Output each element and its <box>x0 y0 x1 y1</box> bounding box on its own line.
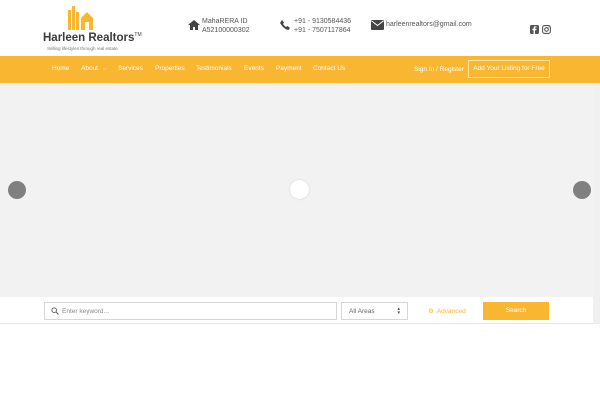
slider-prev-button[interactable] <box>8 181 26 199</box>
home-icon <box>188 20 200 30</box>
area-select[interactable]: All Areas ▲ ▼ <box>341 302 408 320</box>
nav-home[interactable]: Home <box>52 65 69 72</box>
rera-id: A52100000302 <box>202 26 250 34</box>
main-nav: Home About ⌵ Services Properties Testimon… <box>0 56 600 83</box>
nav-about-label: About <box>81 65 98 72</box>
area-select-value: All Areas <box>349 308 375 315</box>
property-search-bar: All Areas ▲▼ ⚙Advanced Search <box>0 297 593 324</box>
rera-label: MahaRERA ID <box>202 18 248 25</box>
envelope-icon <box>371 20 384 30</box>
nav-payment[interactable]: Payment <box>276 65 302 72</box>
page-scrollbar[interactable] <box>593 83 600 324</box>
brand-tagline: Selling lifestyles through real estate <box>47 46 118 51</box>
nav-contact-us[interactable]: Contact Us <box>313 65 345 72</box>
brand-name: Harleen RealtorsTM <box>43 32 142 44</box>
logo-buildings-icon <box>68 6 93 30</box>
phone-icon <box>280 20 290 30</box>
email-address[interactable]: harleenrealtors@gmail.com <box>386 21 472 30</box>
nav-services[interactable]: Services <box>118 65 143 72</box>
chevron-down-icon: ⌵ <box>103 66 107 72</box>
nav-events[interactable]: Events <box>244 65 264 72</box>
search-icon <box>51 307 59 315</box>
phone-number-2[interactable]: +91 - 7507117864 <box>294 27 351 36</box>
nav-properties[interactable]: Properties <box>155 65 185 72</box>
advanced-label: Advanced <box>436 308 466 315</box>
hero-slider <box>0 83 593 297</box>
nav-testimonials[interactable]: Testimonials <box>196 65 232 72</box>
nav-about[interactable]: About ⌵ <box>81 65 107 72</box>
signin-register-link[interactable]: Sign In / Register <box>414 66 464 73</box>
slider-loading-indicator <box>290 180 309 199</box>
gear-icon: ⚙ <box>428 308 434 315</box>
select-arrows-icon: ▲ ▼ <box>396 306 401 315</box>
facebook-icon[interactable] <box>530 21 539 34</box>
keyword-input[interactable] <box>62 305 332 317</box>
instagram-icon[interactable] <box>542 21 551 34</box>
keyword-field[interactable] <box>44 302 337 320</box>
phone-number-1[interactable]: +91 - 9130584436 <box>294 18 351 27</box>
slider-next-button[interactable] <box>573 181 591 199</box>
social-links <box>530 21 552 34</box>
brand-logo[interactable]: Harleen RealtorsTM Selling lifestyles th… <box>43 6 142 52</box>
site-header: Harleen RealtorsTM Selling lifestyles th… <box>0 0 600 56</box>
add-listing-button[interactable]: Add Your Listing for Free <box>468 60 550 78</box>
advanced-search-toggle[interactable]: ⚙ Advanced <box>428 307 466 315</box>
search-button[interactable]: Search <box>483 302 549 320</box>
